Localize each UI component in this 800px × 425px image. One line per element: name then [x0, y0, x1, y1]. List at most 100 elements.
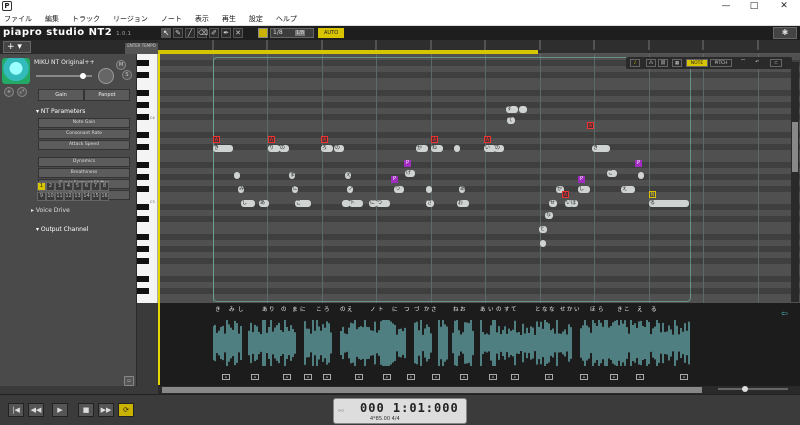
note[interactable]: す — [506, 106, 518, 113]
volume-slider[interactable] — [36, 73, 92, 79]
param-breathiness[interactable]: Breathiness — [38, 168, 130, 178]
channel-10[interactable]: 10 — [46, 192, 55, 201]
quantize-select[interactable]: 1/8 1/8 — [270, 28, 314, 38]
channel-16[interactable]: 16 — [100, 192, 109, 201]
piano-black-key[interactable] — [137, 234, 149, 240]
note[interactable]: こ — [607, 170, 617, 177]
add-track-button[interactable]: + ▾ — [3, 41, 31, 53]
grid-icon[interactable]: ▦ — [672, 59, 682, 67]
menu-edit[interactable]: 編集 — [45, 14, 59, 24]
lyric-char[interactable]: さ — [431, 305, 437, 313]
pen-tool-icon[interactable]: ✒ — [221, 28, 231, 38]
pan-dial[interactable] — [98, 68, 114, 84]
auto-button[interactable]: AUTO — [318, 28, 344, 38]
note[interactable]: る — [649, 200, 689, 207]
note[interactable]: と — [539, 226, 547, 233]
link-icon[interactable]: ⛓ — [658, 59, 668, 67]
menu-play[interactable]: 再生 — [222, 14, 236, 24]
menu-file[interactable]: ファイル — [4, 14, 32, 24]
menu-settings[interactable]: 設定 — [249, 14, 263, 24]
lyric-char[interactable]: い — [488, 305, 494, 313]
lyric-char[interactable]: か — [567, 305, 573, 313]
lyric-char[interactable]: み — [229, 305, 235, 313]
phoneme-edit-icon[interactable]: ⌂ — [545, 374, 553, 380]
lyric-char[interactable]: な — [549, 305, 555, 313]
note-marker[interactable]: A — [213, 136, 220, 143]
panpot-button[interactable]: Panpot — [84, 89, 130, 101]
phoneme-edit-icon[interactable]: ⌂ — [304, 374, 312, 380]
select-tool-icon[interactable]: ↖ — [161, 28, 171, 38]
note[interactable] — [638, 172, 644, 179]
lyric-char[interactable]: ろ — [324, 305, 330, 313]
lyric-char[interactable]: の — [496, 305, 502, 313]
expand-icon[interactable]: ⤢ — [17, 87, 27, 97]
note-marker[interactable]: A — [268, 136, 275, 143]
piano-black-key[interactable] — [137, 258, 149, 264]
note[interactable]: こ — [295, 200, 311, 207]
brush-tool-icon[interactable]: ✐ — [209, 28, 219, 38]
piano-black-key[interactable] — [137, 60, 149, 66]
snap-icon[interactable]: ⁂ — [646, 59, 656, 67]
note[interactable]: え — [621, 186, 635, 193]
phoneme-edit-icon[interactable]: ⌂ — [511, 374, 519, 380]
tempo-signature[interactable]: 4*85.00 4/4 — [370, 416, 400, 422]
lyric-char[interactable]: き — [617, 305, 623, 313]
note[interactable]: て — [507, 117, 515, 124]
note-marker[interactable]: P — [635, 160, 642, 167]
lyric-char[interactable]: に — [300, 305, 306, 313]
note[interactable]: げ — [405, 170, 415, 177]
note[interactable]: お — [457, 200, 469, 207]
lyric-char[interactable]: か — [424, 305, 430, 313]
note[interactable]: み — [238, 186, 244, 193]
note-marker[interactable]: N — [649, 191, 656, 198]
channel-2[interactable]: 2 — [46, 182, 55, 191]
lyric-char[interactable]: り — [269, 305, 275, 313]
note-marker[interactable]: A — [587, 122, 594, 129]
lyric-char[interactable]: ま — [292, 305, 298, 313]
piano-black-key[interactable] — [137, 114, 149, 120]
volume-knob[interactable] — [80, 73, 86, 79]
lyric-char[interactable]: こ — [624, 305, 630, 313]
piano-black-key[interactable] — [137, 216, 149, 222]
note[interactable]: さ — [426, 200, 434, 207]
piano-black-key[interactable] — [137, 132, 149, 138]
channel-1[interactable]: 1 — [37, 182, 46, 191]
note[interactable]: あ — [259, 200, 269, 207]
note[interactable]: の — [279, 145, 289, 152]
lyric-char[interactable]: ト — [378, 305, 384, 313]
note[interactable] — [234, 172, 240, 179]
piano-black-key[interactable] — [137, 72, 149, 78]
menu-region[interactable]: リージョン — [113, 14, 148, 24]
vertical-scroll-thumb[interactable] — [792, 122, 798, 172]
link-icon[interactable]: ⚯ — [338, 407, 344, 415]
stop-button[interactable]: ■ — [78, 403, 94, 417]
lyric-char[interactable]: す — [504, 305, 510, 313]
note[interactable]: に — [292, 186, 298, 193]
singer-avatar[interactable] — [2, 58, 30, 84]
phoneme-edit-icon[interactable]: ⌂ — [407, 374, 415, 380]
undo-icon[interactable]: ↶ — [752, 59, 762, 67]
note[interactable]: え — [345, 172, 351, 179]
gain-button[interactable]: Gain — [38, 89, 84, 101]
note-region[interactable] — [213, 57, 691, 302]
note[interactable] — [519, 106, 527, 113]
piano-black-key[interactable] — [137, 144, 149, 150]
phoneme-edit-icon[interactable]: ⌂ — [489, 374, 497, 380]
phoneme-edit-icon[interactable]: ⌂ — [636, 374, 644, 380]
playhead[interactable] — [158, 54, 160, 385]
piano-black-key[interactable] — [137, 276, 149, 282]
param-consonant-rate[interactable]: Consonant Rate — [38, 129, 130, 139]
note[interactable]: き — [213, 145, 233, 152]
channel-7[interactable]: 7 — [91, 182, 100, 191]
lyric-char[interactable]: ノ — [370, 305, 376, 313]
channel-15[interactable]: 15 — [91, 192, 100, 201]
note[interactable] — [342, 200, 350, 207]
piano-black-key[interactable] — [137, 246, 149, 252]
pitch-mode-button[interactable]: PITCH — [710, 59, 732, 67]
loop-button[interactable]: ⟳ — [118, 403, 134, 417]
lyric-char[interactable]: と — [535, 305, 541, 313]
minimize-button[interactable]: — — [712, 0, 740, 12]
zoom-knob[interactable] — [742, 386, 748, 392]
note[interactable]: ト — [349, 200, 363, 207]
lyric-char[interactable]: づ — [414, 305, 420, 313]
